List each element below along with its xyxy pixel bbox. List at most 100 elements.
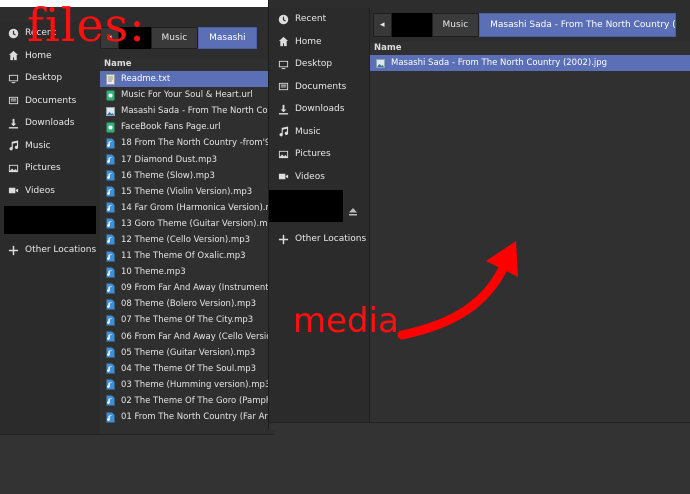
file-name: 11 The Theme Of Oxalic.mp3 <box>121 251 246 262</box>
sidebar-item-desktop[interactable]: Desktop <box>269 53 369 76</box>
sidebar-item-label: Home <box>25 50 52 61</box>
file-name: 07 The Theme Of The City.mp3 <box>121 315 254 326</box>
file-row[interactable]: 18 From The North Country -from'9 <box>100 135 275 151</box>
file-name: 06 From Far And Away (Cello Versio <box>121 331 272 342</box>
text-file-icon <box>106 73 115 85</box>
file-row[interactable]: 06 From Far And Away (Cello Versio <box>100 329 275 345</box>
file-row[interactable]: Readme.txt <box>100 71 275 88</box>
sidebar-item-label: Videos <box>295 171 325 182</box>
downloads-icon <box>277 103 289 115</box>
file-name: 15 Theme (Violin Version).mp3 <box>121 186 253 197</box>
file-name: FaceBook Fans Page.url <box>121 122 221 133</box>
sidebar-item-documents[interactable]: Documents <box>0 90 100 113</box>
file-name: 08 Theme (Bolero Version).mp3 <box>121 299 257 310</box>
path-segment-music[interactable]: Music <box>150 27 199 49</box>
sidebar-item-desktop[interactable]: Desktop <box>0 67 100 90</box>
status-bar <box>0 434 275 494</box>
file-row[interactable]: Music For Your Soul & Heart.url <box>100 87 275 103</box>
sidebar-item-music[interactable]: Music <box>0 135 100 158</box>
file-row[interactable]: 05 Theme (Guitar Version).mp3 <box>100 345 275 361</box>
redacted-drive[interactable] <box>269 190 343 222</box>
path-segment-current[interactable]: Masashi <box>198 27 257 49</box>
sidebar-item-other-locations[interactable]: Other Locations <box>269 228 369 251</box>
file-name: 13 Goro Theme (Guitar Version).mp <box>121 218 273 229</box>
sidebar-item-videos[interactable]: Videos <box>0 180 100 203</box>
sidebar-item-downloads[interactable]: Downloads <box>269 98 369 121</box>
file-row[interactable]: FaceBook Fans Page.url <box>100 119 275 135</box>
file-row[interactable]: 01 From The North Country (Far Ar <box>100 409 275 425</box>
eject-icon[interactable] <box>348 202 358 216</box>
sidebar-item-label: Other Locations <box>25 245 97 256</box>
status-bar <box>269 422 690 430</box>
desktop-icon <box>7 72 19 84</box>
file-list: Name Readme.txt Music For Your Soul & Hea… <box>100 58 275 434</box>
redacted-drive[interactable] <box>4 206 96 234</box>
file-name: 12 Theme (Cello Version).mp3 <box>121 234 251 245</box>
column-header-name[interactable]: Name <box>370 42 690 55</box>
file-row[interactable]: 08 Theme (Bolero Version).mp3 <box>100 296 275 312</box>
file-row[interactable]: 11 The Theme Of Oxalic.mp3 <box>100 248 275 264</box>
annotation-files-label: files: <box>27 0 146 52</box>
sidebar-item-recent[interactable]: Recent <box>269 8 369 31</box>
sidebar-item-label: Downloads <box>295 104 345 115</box>
file-row[interactable]: 10 Theme.mp3 <box>100 264 275 280</box>
plus-icon <box>277 233 289 245</box>
file-name: 17 Diamond Dust.mp3 <box>121 154 218 165</box>
file-name: Music For Your Soul & Heart.url <box>121 90 253 101</box>
files-window: Recent Home Desktop Documents Downloads … <box>0 0 275 494</box>
redacted-path-segment[interactable] <box>391 13 432 37</box>
audio-file-icon <box>106 234 115 245</box>
path-back-button[interactable]: ◂ <box>373 13 392 37</box>
column-header-name[interactable]: Name <box>100 58 275 71</box>
files-sidebar: Recent Home Desktop Documents Downloads … <box>0 22 100 434</box>
file-row[interactable]: 13 Goro Theme (Guitar Version).mp <box>100 216 275 232</box>
file-name: 05 Theme (Guitar Version).mp3 <box>121 347 256 358</box>
file-row[interactable]: 14 Far Grom (Harmonica Version).mp <box>100 200 275 216</box>
chevron-left-icon: ◂ <box>380 20 385 30</box>
file-row[interactable]: 16 Theme (Slow).mp3 <box>100 168 275 184</box>
file-name: 10 Theme.mp3 <box>121 267 186 278</box>
sidebar-item-music[interactable]: Music <box>269 121 369 144</box>
file-row[interactable]: 12 Theme (Cello Version).mp3 <box>100 232 275 248</box>
file-name: Masashi Sada - From The North Country (2… <box>391 58 608 69</box>
desktop-icon <box>277 58 289 70</box>
sidebar-item-pictures[interactable]: Pictures <box>269 143 369 166</box>
sidebar-item-other-locations[interactable]: Other Locations <box>0 239 100 262</box>
annotation-arrow-icon <box>397 241 518 340</box>
audio-file-icon <box>106 299 115 310</box>
file-name: 09 From Far And Away (Instrument <box>121 283 269 294</box>
file-name: 04 The Theme Of The Soul.mp3 <box>121 363 257 374</box>
sidebar-item-label: Downloads <box>25 118 75 129</box>
url-file-icon <box>106 122 115 133</box>
audio-file-icon <box>106 267 115 278</box>
file-row[interactable]: Masashi Sada - From The North Cou <box>100 103 275 119</box>
image-file-icon <box>376 58 385 68</box>
sidebar-item-label: Recent <box>295 14 327 25</box>
clock-icon <box>277 13 289 25</box>
audio-file-icon <box>106 283 115 294</box>
file-row[interactable]: 07 The Theme Of The City.mp3 <box>100 312 275 328</box>
sidebar-item-home[interactable]: Home <box>269 31 369 54</box>
file-name: 14 Far Grom (Harmonica Version).mp <box>121 202 275 213</box>
url-file-icon <box>106 90 115 101</box>
sidebar-item-documents[interactable]: Documents <box>269 76 369 99</box>
sidebar-item-label: Documents <box>295 81 347 92</box>
file-row[interactable]: 09 From Far And Away (Instrument <box>100 280 275 296</box>
music-icon <box>7 140 19 152</box>
documents-icon <box>7 95 19 107</box>
audio-file-icon <box>106 251 115 262</box>
path-segment-current[interactable]: Masashi Sada - From The North Country (2… <box>479 13 677 37</box>
file-row[interactable]: 04 The Theme Of The Soul.mp3 <box>100 361 275 377</box>
sidebar-item-downloads[interactable]: Downloads <box>0 112 100 135</box>
sidebar-item-pictures[interactable]: Pictures <box>0 157 100 180</box>
background-area <box>275 430 690 494</box>
file-row[interactable]: 17 Diamond Dust.mp3 <box>100 151 275 167</box>
file-row[interactable]: 15 Theme (Violin Version).mp3 <box>100 184 275 200</box>
audio-file-icon <box>106 186 115 197</box>
path-segment-music[interactable]: Music <box>431 13 480 37</box>
file-row[interactable]: 03 Theme (Humming version).mp3 <box>100 377 275 393</box>
sidebar-item-label: Music <box>295 126 321 137</box>
sidebar-item-videos[interactable]: Videos <box>269 166 369 189</box>
file-row[interactable]: 02 The Theme Of The Goro (Pamph <box>100 393 275 409</box>
file-row[interactable]: Masashi Sada - From The North Country (2… <box>370 55 690 72</box>
